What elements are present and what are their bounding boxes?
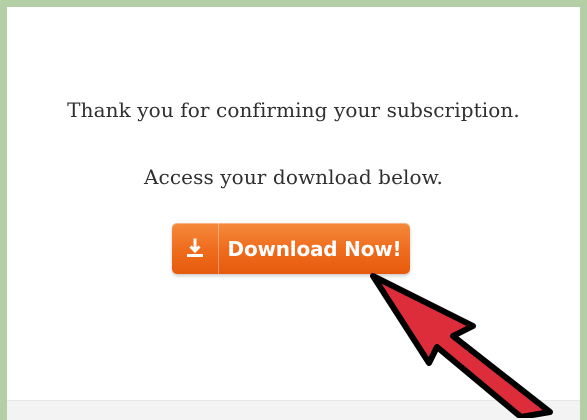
- footer-band: [7, 400, 580, 420]
- subscription-confirmation-message: Thank you for confirming your subscripti…: [67, 98, 520, 122]
- download-button-label: Download Now!: [227, 236, 402, 261]
- confirmation-content: Thank you for confirming your subscripti…: [7, 7, 580, 400]
- download-now-button[interactable]: Download Now!: [172, 223, 410, 274]
- download-icon: [172, 223, 219, 274]
- page-frame: Thank you for confirming your subscripti…: [0, 0, 587, 420]
- download-instruction-message: Access your download below.: [144, 165, 443, 189]
